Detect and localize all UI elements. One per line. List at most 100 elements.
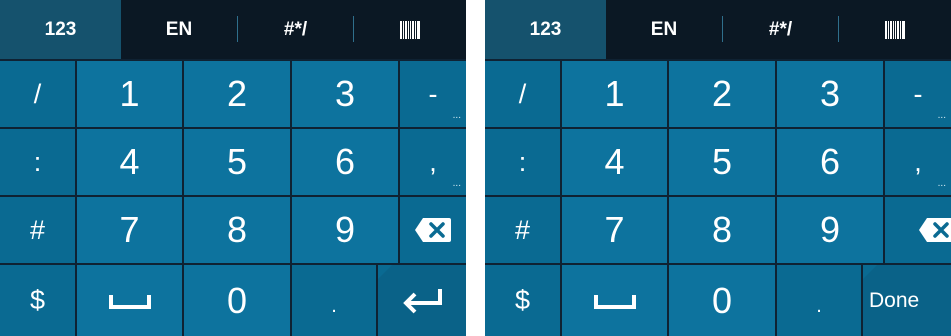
key-5[interactable]: 5 — [184, 129, 290, 195]
key-colon[interactable]: : — [485, 129, 560, 195]
tab-language-label: EN — [650, 18, 678, 40]
key-hash[interactable]: # — [485, 197, 560, 263]
backspace-button[interactable] — [885, 197, 951, 263]
key-label: 9 — [334, 209, 356, 250]
key-label: 6 — [819, 141, 841, 182]
key-6[interactable]: 6 — [292, 129, 398, 195]
space-key[interactable] — [562, 265, 667, 336]
key-label: 8 — [226, 209, 248, 250]
key-label: 5 — [226, 141, 248, 182]
key-label: 0 — [711, 279, 733, 321]
key-label: 7 — [119, 209, 140, 250]
tab-language[interactable]: EN — [606, 0, 722, 59]
key-label: # — [29, 214, 46, 245]
key-5[interactable]: 5 — [669, 129, 775, 195]
more-options-indicator: ... — [452, 178, 461, 189]
key-corner-notch — [863, 265, 877, 279]
key-3[interactable]: 3 — [777, 61, 883, 127]
key-1[interactable]: 1 — [562, 61, 667, 127]
tab-numeric[interactable]: 123 — [0, 0, 121, 59]
key-8[interactable]: 8 — [184, 197, 290, 263]
key-label: 1 — [604, 73, 625, 114]
tab-symbols[interactable]: #*/ — [723, 0, 838, 59]
key-7[interactable]: 7 — [77, 197, 182, 263]
keyboard-right: 123 EN #*/ / 1 2 3 -... : 4 5 6 ,... # 7… — [485, 0, 951, 336]
key-2[interactable]: 2 — [669, 61, 775, 127]
key-label: - — [428, 78, 438, 109]
key-label: 2 — [711, 73, 733, 114]
key-label: 0 — [226, 279, 248, 321]
key-label: , — [429, 146, 437, 177]
key-dot[interactable]: . — [292, 265, 376, 336]
key-0[interactable]: 0 — [184, 265, 290, 336]
key-label: 7 — [604, 209, 625, 250]
key-dollar[interactable]: $ — [485, 265, 560, 336]
keyboard-tab-bar: 123 EN #*/ — [485, 0, 951, 59]
key-comma[interactable]: ,... — [400, 129, 466, 195]
key-label: $ — [514, 285, 531, 315]
key-label: 3 — [334, 73, 356, 114]
tab-language[interactable]: EN — [121, 0, 237, 59]
key-label: . — [816, 295, 822, 317]
tab-barcode[interactable] — [839, 0, 951, 59]
tab-numeric[interactable]: 123 — [485, 0, 606, 59]
key-dot[interactable]: . — [777, 265, 861, 336]
key-8[interactable]: 8 — [669, 197, 775, 263]
tab-symbols-label: #*/ — [283, 18, 308, 40]
tab-numeric-label: 123 — [529, 18, 562, 40]
tab-symbols-label: #*/ — [768, 18, 793, 40]
key-label: : — [33, 146, 42, 177]
tab-barcode[interactable] — [354, 0, 466, 59]
backspace-button[interactable] — [400, 197, 466, 263]
tab-language-label: EN — [165, 18, 193, 40]
space-bar-icon — [593, 294, 636, 309]
backspace-icon — [919, 218, 951, 242]
key-label: 3 — [819, 73, 841, 114]
key-1[interactable]: 1 — [77, 61, 182, 127]
key-3[interactable]: 3 — [292, 61, 398, 127]
more-options-indicator: ... — [452, 110, 461, 121]
key-label: 9 — [819, 209, 841, 250]
space-bar-icon — [108, 294, 151, 309]
key-comma[interactable]: ,... — [885, 129, 951, 195]
done-label: Done — [869, 288, 920, 312]
key-label: 2 — [226, 73, 248, 114]
more-options-indicator: ... — [937, 178, 946, 189]
key-label: , — [914, 146, 922, 177]
key-label: 1 — [119, 73, 140, 114]
key-9[interactable]: 9 — [777, 197, 883, 263]
key-slash[interactable]: / — [485, 61, 560, 127]
key-6[interactable]: 6 — [777, 129, 883, 195]
key-0[interactable]: 0 — [669, 265, 775, 336]
key-label: - — [913, 78, 923, 109]
key-label: 4 — [119, 141, 140, 182]
key-9[interactable]: 9 — [292, 197, 398, 263]
barcode-icon — [884, 20, 906, 39]
enter-arrow-icon — [403, 288, 442, 313]
space-key[interactable] — [77, 265, 182, 336]
key-colon[interactable]: : — [0, 129, 75, 195]
key-corner-notch — [378, 265, 392, 279]
key-2[interactable]: 2 — [184, 61, 290, 127]
tab-numeric-label: 123 — [44, 18, 77, 40]
key-label: $ — [29, 285, 46, 315]
key-dash[interactable]: -... — [400, 61, 466, 127]
key-hash[interactable]: # — [0, 197, 75, 263]
key-label: : — [518, 146, 527, 177]
key-7[interactable]: 7 — [562, 197, 667, 263]
key-label: / — [33, 78, 42, 109]
key-label: / — [518, 78, 527, 109]
key-label: 5 — [711, 141, 733, 182]
key-label: 8 — [711, 209, 733, 250]
key-label: # — [514, 214, 531, 245]
key-label: . — [331, 295, 337, 317]
tab-symbols[interactable]: #*/ — [238, 0, 353, 59]
barcode-icon — [399, 20, 421, 39]
key-slash[interactable]: / — [0, 61, 75, 127]
key-dash[interactable]: -... — [885, 61, 951, 127]
key-4[interactable]: 4 — [77, 129, 182, 195]
key-dollar[interactable]: $ — [0, 265, 75, 336]
key-label: 4 — [604, 141, 625, 182]
keyboard-left: 123 EN #*/ / 1 2 3 -... : 4 5 6 ,... # 7… — [0, 0, 466, 336]
key-4[interactable]: 4 — [562, 129, 667, 195]
